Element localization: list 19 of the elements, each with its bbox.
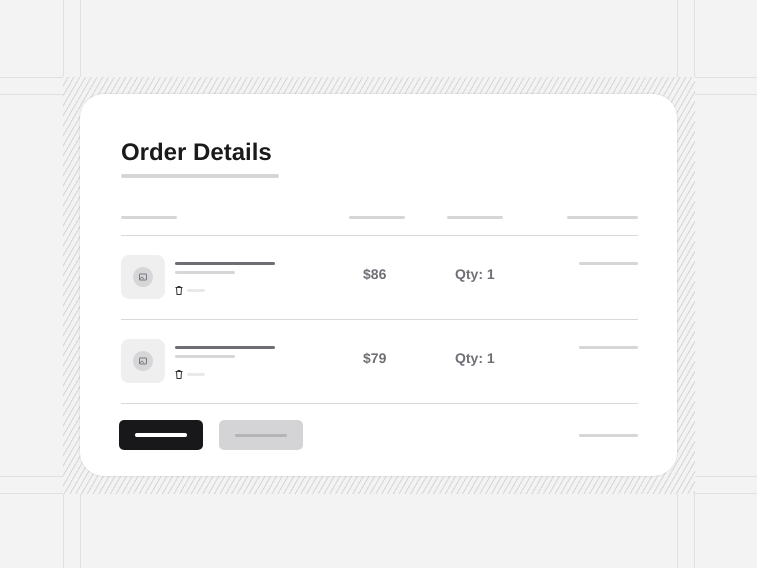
trash-icon[interactable] bbox=[175, 370, 183, 379]
price: $86 bbox=[362, 265, 388, 284]
card-title: Order Details bbox=[121, 138, 273, 168]
price: $79 bbox=[362, 349, 388, 368]
quantity: Qty: 1 bbox=[454, 349, 496, 368]
placeholder-line bbox=[121, 216, 177, 219]
image-icon bbox=[133, 351, 153, 371]
image-icon bbox=[133, 267, 153, 287]
primary-button[interactable] bbox=[119, 420, 203, 450]
placeholder-line bbox=[447, 216, 503, 219]
trash-icon[interactable] bbox=[175, 286, 183, 295]
placeholder-line bbox=[175, 355, 235, 358]
placeholder-line bbox=[579, 262, 638, 265]
placeholder-line bbox=[349, 216, 405, 219]
placeholder-line bbox=[567, 216, 638, 219]
placeholder-line bbox=[175, 271, 235, 274]
placeholder-line bbox=[579, 346, 638, 349]
quantity: Qty: 1 bbox=[454, 265, 496, 284]
placeholder-line bbox=[579, 434, 638, 436]
